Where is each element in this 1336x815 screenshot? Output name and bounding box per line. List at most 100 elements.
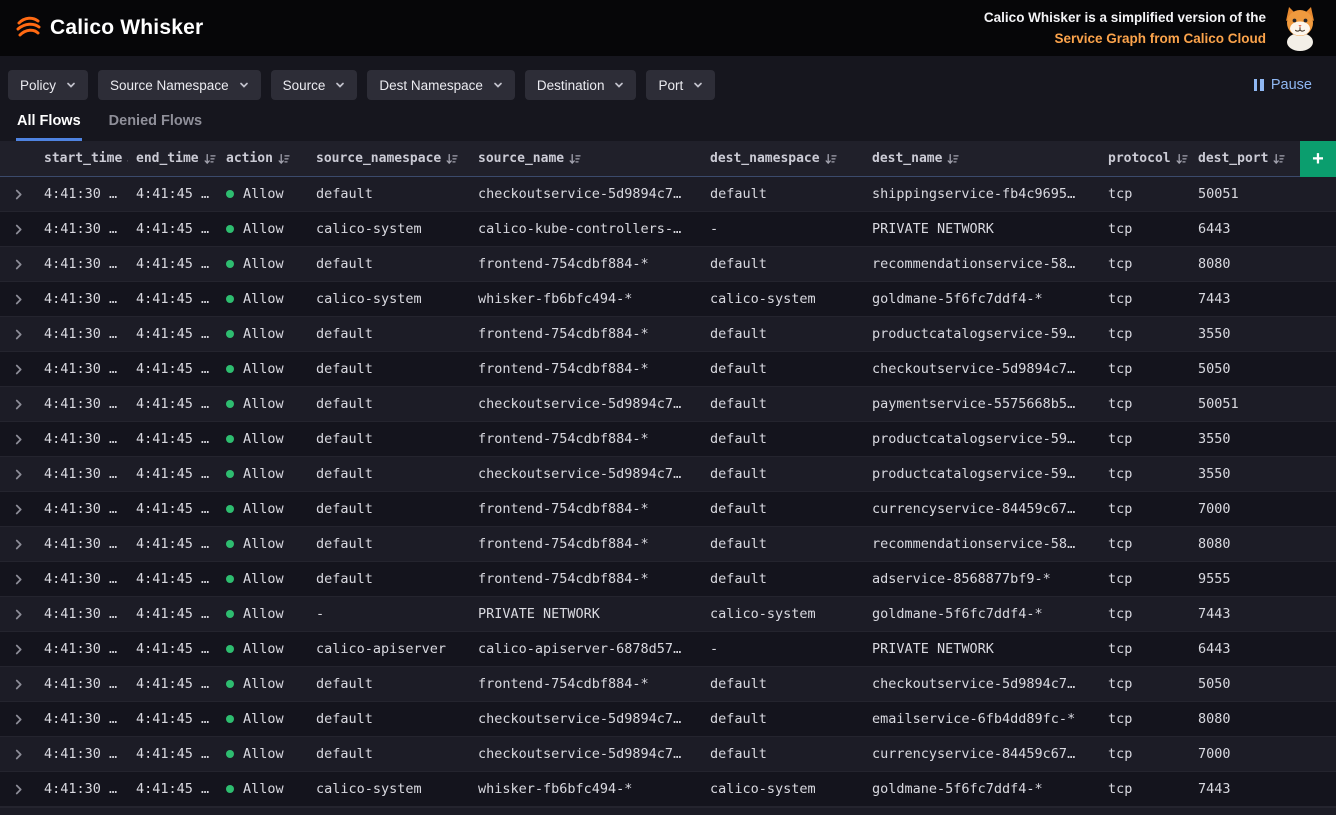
row-expand-chevron-icon[interactable]: [0, 702, 36, 736]
table-row[interactable]: 4:41:30 … 4:41:45 … Allow - PRIVATE NETW…: [0, 597, 1336, 632]
table-row[interactable]: 4:41:30 … 4:41:45 … Allow default checko…: [0, 177, 1336, 212]
table-row[interactable]: 4:41:30 … 4:41:45 … Allow default fronte…: [0, 562, 1336, 597]
cell-dest-namespace: default: [702, 247, 864, 281]
cell-start-time: 4:41:30 …: [36, 422, 128, 456]
column-header-dest-namespace[interactable]: dest_namespace: [702, 141, 864, 176]
row-expand-chevron-icon[interactable]: [0, 387, 36, 421]
cell-dest-port: 8080: [1190, 247, 1300, 281]
pause-button[interactable]: Pause: [1254, 77, 1312, 93]
table-row[interactable]: 4:41:30 … 4:41:45 … Allow default fronte…: [0, 492, 1336, 527]
table-row[interactable]: 4:41:30 … 4:41:45 … Allow default fronte…: [0, 317, 1336, 352]
cell-dest-namespace: default: [702, 702, 864, 736]
add-column-button[interactable]: +: [1300, 141, 1336, 177]
table-row[interactable]: 4:41:30 … 4:41:45 … Allow default checko…: [0, 702, 1336, 737]
filter-dest-namespace-dropdown[interactable]: Dest Namespace: [367, 70, 515, 100]
column-label: protocol: [1108, 151, 1171, 166]
column-header-source-name[interactable]: source_name: [470, 141, 702, 176]
row-expand-chevron-icon[interactable]: [0, 282, 36, 316]
column-label: start_time: [44, 151, 122, 166]
tagline-text: Calico Whisker is a simplified version o…: [984, 7, 1266, 28]
action-label: Allow: [243, 466, 284, 482]
column-header-end-time[interactable]: end_time: [128, 141, 218, 176]
cell-action: Allow: [218, 737, 308, 771]
column-header-start-time[interactable]: start_time: [36, 141, 128, 176]
tab-all-flows[interactable]: All Flows: [16, 110, 82, 141]
row-expand-chevron-icon[interactable]: [0, 597, 36, 631]
cell-action: Allow: [218, 282, 308, 316]
tab-denied-flows[interactable]: Denied Flows: [108, 110, 203, 141]
cell-action: Allow: [218, 457, 308, 491]
filter-policy-dropdown[interactable]: Policy: [8, 70, 88, 100]
sort-icon: [569, 153, 581, 165]
cell-source-namespace: default: [308, 352, 470, 386]
row-expand-chevron-icon[interactable]: [0, 422, 36, 456]
chevron-down-icon: [693, 80, 703, 90]
table-row[interactable]: 4:41:30 … 4:41:45 … Allow default fronte…: [0, 422, 1336, 457]
table-row[interactable]: 4:41:30 … 4:41:45 … Allow calico-system …: [0, 212, 1336, 247]
filter-destination-dropdown[interactable]: Destination: [525, 70, 637, 100]
cell-start-time: 4:41:30 …: [36, 667, 128, 701]
flow-table-header: start_time end_time action source_namesp…: [0, 141, 1336, 177]
row-expand-chevron-icon[interactable]: [0, 492, 36, 526]
allow-status-dot: [226, 505, 234, 513]
cell-dest-name: recommendationservice-58…: [864, 247, 1100, 281]
service-graph-link[interactable]: Service Graph from Calico Cloud: [984, 28, 1266, 49]
cell-dest-name: shippingservice-fb4c9695…: [864, 177, 1100, 211]
column-header-action[interactable]: action: [218, 141, 308, 176]
table-row[interactable]: 4:41:30 … 4:41:45 … Allow default fronte…: [0, 247, 1336, 282]
filter-port-dropdown[interactable]: Port: [646, 70, 715, 100]
row-expand-chevron-icon[interactable]: [0, 772, 36, 806]
flow-table-body: 4:41:30 … 4:41:45 … Allow default checko…: [0, 177, 1336, 807]
cell-end-time: 4:41:45 …: [128, 282, 218, 316]
cell-start-time: 4:41:30 …: [36, 282, 128, 316]
cell-source-name: frontend-754cdbf884-*: [470, 667, 702, 701]
table-row[interactable]: 4:41:30 … 4:41:45 … Allow default fronte…: [0, 352, 1336, 387]
row-expand-chevron-icon[interactable]: [0, 457, 36, 491]
cell-dest-port: 7443: [1190, 282, 1300, 316]
row-expand-chevron-icon[interactable]: [0, 247, 36, 281]
filter-source-namespace-label: Source Namespace: [110, 78, 229, 93]
table-row[interactable]: 4:41:30 … 4:41:45 … Allow default checko…: [0, 737, 1336, 772]
cell-source-namespace: default: [308, 667, 470, 701]
table-row[interactable]: 4:41:30 … 4:41:45 … Allow default checko…: [0, 457, 1336, 492]
cell-source-namespace: calico-system: [308, 282, 470, 316]
table-row[interactable]: 4:41:30 … 4:41:45 … Allow default fronte…: [0, 667, 1336, 702]
cell-source-name: whisker-fb6bfc494-*: [470, 772, 702, 806]
row-expand-chevron-icon[interactable]: [0, 352, 36, 386]
cell-dest-namespace: default: [702, 177, 864, 211]
cell-dest-port: 50051: [1190, 177, 1300, 211]
row-expand-chevron-icon[interactable]: [0, 177, 36, 211]
cell-action: Allow: [218, 247, 308, 281]
cell-dest-namespace: -: [702, 212, 864, 246]
column-header-dest-name[interactable]: dest_name: [864, 141, 1100, 176]
cell-action: Allow: [218, 317, 308, 351]
column-header-source-namespace[interactable]: source_namespace: [308, 141, 470, 176]
row-expand-chevron-icon[interactable]: [0, 212, 36, 246]
table-row[interactable]: 4:41:30 … 4:41:45 … Allow default checko…: [0, 387, 1336, 422]
filter-source-dropdown[interactable]: Source: [271, 70, 358, 100]
row-expand-chevron-icon[interactable]: [0, 632, 36, 666]
cell-dest-namespace: default: [702, 422, 864, 456]
row-expand-chevron-icon[interactable]: [0, 562, 36, 596]
cell-protocol: tcp: [1100, 527, 1190, 561]
cell-dest-port: 3550: [1190, 422, 1300, 456]
column-header-protocol[interactable]: protocol: [1100, 141, 1190, 176]
cell-protocol: tcp: [1100, 457, 1190, 491]
table-row[interactable]: 4:41:30 … 4:41:45 … Allow calico-system …: [0, 282, 1336, 317]
row-expand-chevron-icon[interactable]: [0, 667, 36, 701]
cell-action: Allow: [218, 212, 308, 246]
table-row[interactable]: 4:41:30 … 4:41:45 … Allow calico-system …: [0, 772, 1336, 807]
cell-dest-namespace: default: [702, 387, 864, 421]
cell-dest-port: 9555: [1190, 562, 1300, 596]
cell-action: Allow: [218, 772, 308, 806]
table-row[interactable]: 4:41:30 … 4:41:45 … Allow calico-apiserv…: [0, 632, 1336, 667]
cell-action: Allow: [218, 562, 308, 596]
cell-dest-namespace: default: [702, 667, 864, 701]
row-expand-chevron-icon[interactable]: [0, 737, 36, 771]
row-expand-chevron-icon[interactable]: [0, 317, 36, 351]
allow-status-dot: [226, 225, 234, 233]
row-expand-chevron-icon[interactable]: [0, 527, 36, 561]
filter-source-namespace-dropdown[interactable]: Source Namespace: [98, 70, 261, 100]
column-header-dest-port[interactable]: dest_port: [1190, 141, 1300, 176]
table-row[interactable]: 4:41:30 … 4:41:45 … Allow default fronte…: [0, 527, 1336, 562]
